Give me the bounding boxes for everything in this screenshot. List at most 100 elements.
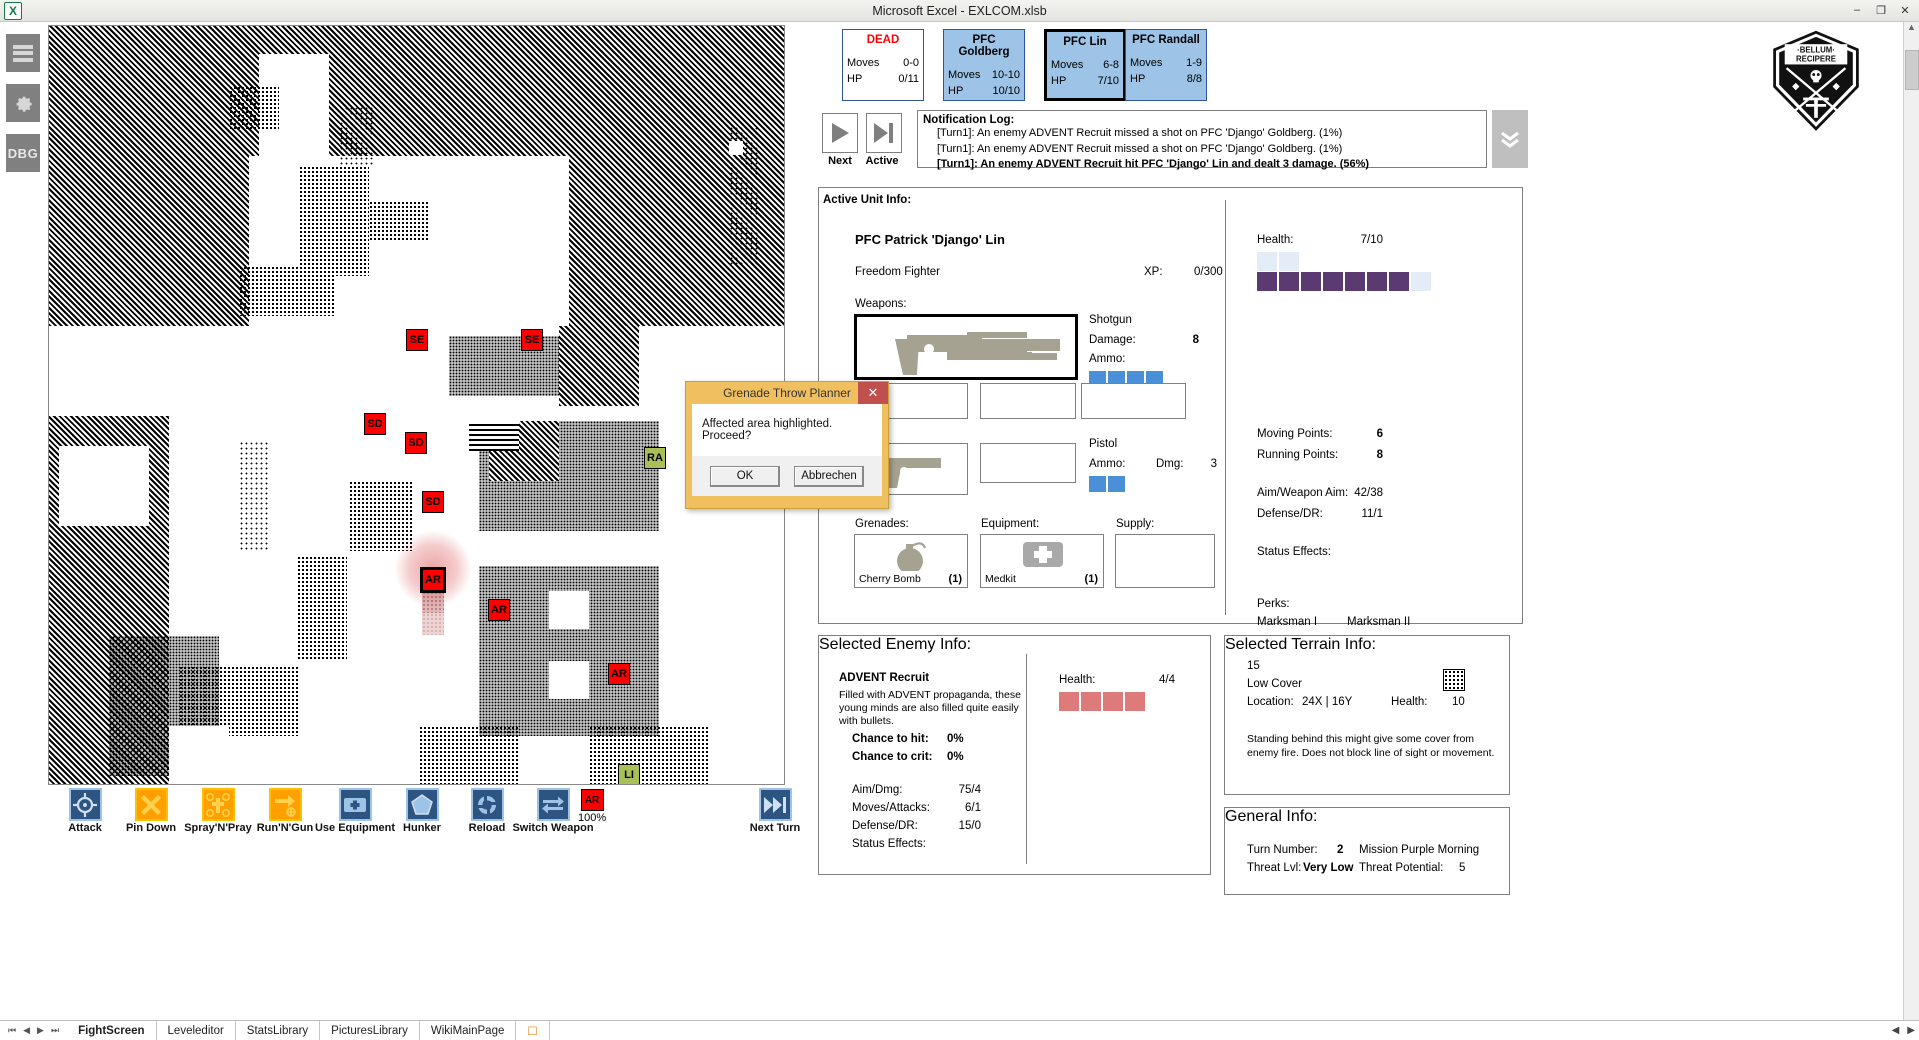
burst-icon <box>134 788 168 821</box>
dbg-label: DBG <box>7 145 39 161</box>
primary-ammo-label: Ammo: <box>1089 353 1126 365</box>
scrollbar-thumb[interactable] <box>1904 50 1919 90</box>
dialog-cancel-button[interactable]: Abbrechen <box>794 465 864 487</box>
scroll-right-icon[interactable]: ▶ <box>1907 1025 1915 1036</box>
debug-button[interactable]: DBG <box>6 134 40 172</box>
map-open-area <box>59 446 149 526</box>
enemy-aim-label: Aim/Dmg: <box>852 784 903 796</box>
bar-segment <box>1301 272 1321 291</box>
log-collapse-button[interactable] <box>1492 110 1528 168</box>
sheet-tab-fightscreen[interactable]: FightScreen <box>67 1021 157 1040</box>
notification-entry: [Turn1]: An enemy ADVENT Recruit missed … <box>937 142 1343 155</box>
last-sheet-icon[interactable]: ⏭ <box>51 1025 59 1036</box>
health-bar <box>1257 272 1433 296</box>
panel-title: Selected Enemy Info: <box>819 636 972 653</box>
weapon-slot-empty-3[interactable] <box>1081 383 1186 419</box>
map-open-area <box>549 591 589 629</box>
active-unit-button[interactable] <box>866 113 902 153</box>
minimize-button[interactable]: – <box>1845 1 1869 19</box>
unit-name: DEAD <box>866 34 900 46</box>
sheet-tab-leveleditor[interactable]: Leveleditor <box>157 1021 236 1040</box>
dialog-footer: OK Abbrechen <box>692 456 882 496</box>
grenade-slot[interactable]: Cherry Bomb (1) <box>854 534 968 588</box>
sheet-nav-buttons[interactable]: ⏮ ◀ ▶ ⏭ <box>0 1025 67 1036</box>
map-enemy-unit[interactable]: AR <box>608 663 630 685</box>
prev-sheet-icon[interactable]: ◀ <box>23 1025 30 1036</box>
vertical-scrollbar[interactable]: ▲ <box>1903 22 1919 1020</box>
action-spray-n-pray[interactable]: Spray'N'Pray <box>181 788 255 834</box>
action-label: Attack <box>68 822 102 834</box>
terrain-health-value: 10 <box>1452 696 1465 708</box>
perk-2: Marksman II <box>1347 616 1411 628</box>
perk-1: Marksman I <box>1257 616 1318 628</box>
unit-card-lin[interactable]: PFC Lin Moves 6-8 HP 7/10 <box>1044 29 1126 101</box>
settings-button[interactable] <box>6 84 40 122</box>
bar-segment <box>1389 272 1409 291</box>
hp-label: HP <box>1130 73 1146 85</box>
action-hunker[interactable]: Hunker <box>385 788 459 834</box>
next-sheet-icon[interactable]: ▶ <box>37 1025 44 1036</box>
unit-card-dead[interactable]: DEAD Moves 0-0 HP 0/11 <box>842 29 924 101</box>
active-unit-name: PFC Patrick 'Django' Lin <box>855 232 1005 247</box>
secondary-ammo-bar <box>1089 476 1127 497</box>
map-enemy-unit[interactable]: AR <box>422 569 444 591</box>
dialog-title: Grenade Throw Planner <box>723 386 851 400</box>
menu-button[interactable] <box>6 34 40 72</box>
new-sheet-icon[interactable]: ☐ <box>516 1021 550 1040</box>
target-badge: AR <box>580 789 604 811</box>
unit-card-randall[interactable]: PFC Randall Moves 1-9 HP 8/8 <box>1125 29 1207 101</box>
maximize-button[interactable]: ❐ <box>1869 1 1893 19</box>
map-enemy-unit[interactable]: SD <box>405 432 427 454</box>
selected-enemy-info-panel: Selected Enemy Info: ADVENT Recruit Fill… <box>818 635 1211 875</box>
bar-segment <box>1059 692 1079 711</box>
threat-level-label: Threat Lvl: <box>1247 862 1302 874</box>
close-button[interactable]: ✕ <box>1893 1 1917 19</box>
tactical-map[interactable]: SESESDSDSDARARARRALIGO <box>48 25 785 785</box>
xp-value: 0/300 <box>1194 266 1223 278</box>
chance-to-hit-label: Chance to hit: <box>852 733 929 745</box>
action-label: Next Turn <box>749 822 801 834</box>
action-attack[interactable]: Attack <box>48 788 122 834</box>
first-sheet-icon[interactable]: ⏮ <box>8 1025 16 1036</box>
scroll-up-arrow[interactable]: ▲ <box>1904 22 1919 32</box>
terrain-health-label: Health: <box>1391 696 1428 708</box>
sheet-tab-pictureslibrary[interactable]: PicturesLibrary <box>320 1021 420 1040</box>
action-label: Use Equipment <box>314 822 396 834</box>
primary-damage-value: 8 <box>1192 334 1199 346</box>
bar-segment <box>1257 252 1277 271</box>
map-ally-unit[interactable]: RA <box>644 447 666 469</box>
dialog-close-button[interactable]: ✕ <box>858 382 888 404</box>
action-pin-down[interactable]: Pin Down <box>114 788 188 834</box>
skip-to-active-icon <box>874 123 893 143</box>
sheet-tab-wikimainpage[interactable]: WikiMainPage <box>420 1021 517 1040</box>
svg-text:·BELLUM·: ·BELLUM· <box>1797 45 1835 54</box>
map-enemy-unit[interactable]: SD <box>422 491 444 513</box>
hp-label: HP <box>847 73 863 85</box>
equipment-slot[interactable]: Medkit (1) <box>980 534 1104 588</box>
map-enemy-unit[interactable]: SE <box>406 329 428 351</box>
chance-to-crit-value: 0% <box>947 751 964 763</box>
equipment-name: Medkit <box>985 573 1016 585</box>
next-unit-button[interactable] <box>822 113 858 153</box>
map-enemy-unit[interactable]: SD <box>364 413 386 435</box>
primary-weapon-slot[interactable] <box>854 314 1078 380</box>
sheet-tab-statslibrary[interactable]: StatsLibrary <box>236 1021 321 1040</box>
action-use-equipment[interactable]: Use Equipment <box>314 788 396 834</box>
bar-segment <box>1257 272 1277 291</box>
dialog-ok-button[interactable]: OK <box>710 465 780 487</box>
terrain-type: Low Cover <box>1247 678 1302 690</box>
map-enemy-unit[interactable]: SE <box>521 329 543 351</box>
notification-log[interactable]: Notification Log: [Turn1]: An enemy ADVE… <box>917 110 1487 170</box>
enemy-moves-value: 6/1 <box>965 802 981 814</box>
map-ally-unit[interactable]: LI <box>618 764 640 784</box>
supply-slot[interactable] <box>1115 534 1215 588</box>
action-run-n-gun[interactable]: Run'N'Gun <box>248 788 322 834</box>
grenade-throw-planner-dialog[interactable]: Grenade Throw Planner ✕ Affected area hi… <box>685 381 889 509</box>
secondary-slot-empty[interactable] <box>980 443 1076 483</box>
notification-entry: [Turn1]: An enemy ADVENT Recruit hit PFC… <box>937 158 1370 170</box>
map-enemy-unit[interactable]: AR <box>488 599 510 621</box>
weapon-slot-empty-2[interactable] <box>980 383 1076 419</box>
scroll-left-icon[interactable]: ◀ <box>1892 1025 1900 1036</box>
unit-card-goldberg[interactable]: PFC Goldberg Moves 10-10 HP 10/10 <box>943 29 1025 101</box>
map-terrain-diagonal <box>559 326 639 406</box>
